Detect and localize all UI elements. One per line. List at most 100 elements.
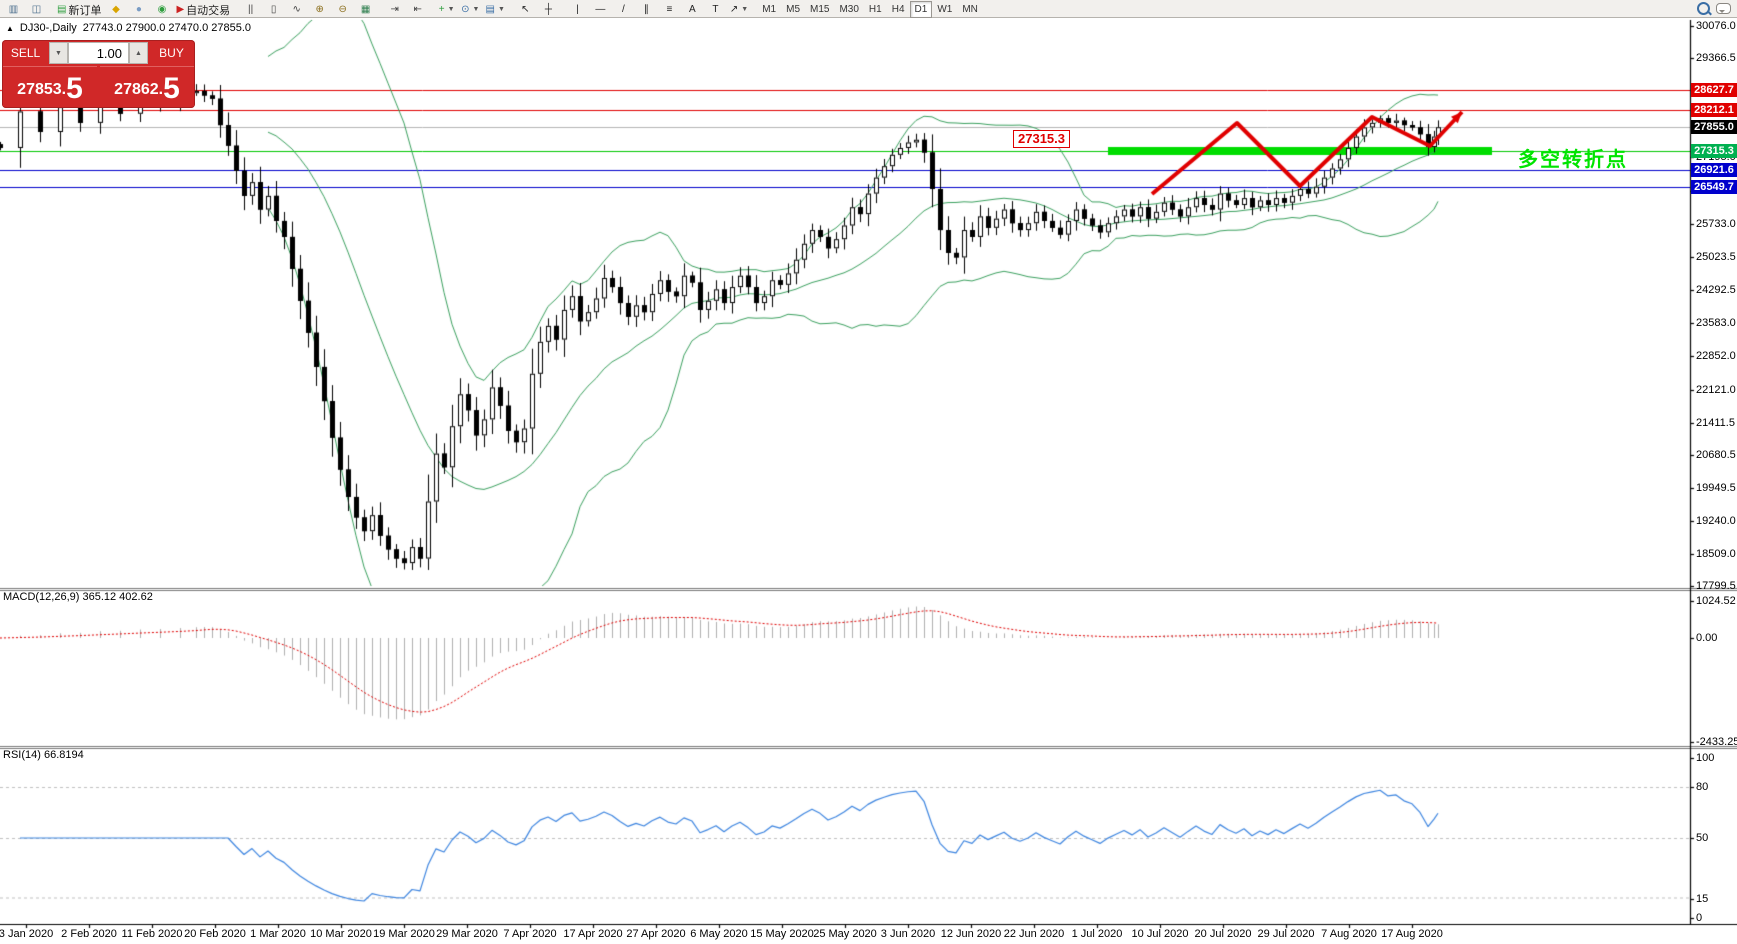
timeframe-h1[interactable]: H1 — [864, 1, 887, 18]
new-order-button[interactable]: ▤新订单 — [54, 1, 104, 18]
volume-up-stepper[interactable]: ▲ — [129, 42, 148, 64]
auto-scroll-icon: ⇥ — [390, 5, 398, 15]
zoom-out-button[interactable]: ⊖ — [331, 1, 354, 18]
templates-button[interactable]: ▤▼ — [482, 1, 507, 18]
rsi-axis-tick: 15 — [1696, 893, 1708, 905]
zoom-in-button[interactable]: ⊕ — [308, 1, 331, 18]
arrows-tool[interactable]: ↗▼ — [727, 1, 751, 18]
price-axis-tick: 20680.5 — [1696, 449, 1736, 461]
price-axis-tick: 25733.0 — [1696, 218, 1736, 230]
timeframe-m5[interactable]: M5 — [781, 1, 805, 18]
timeframe-w1[interactable]: W1 — [932, 1, 957, 18]
main-toolbar: ▥◫▤新订单◆●◉▶自动交易||▯∿⊕⊖▦⇥⇤+▼⊙▼▤▼↖┼|—/∥≡AT↗▼… — [0, 0, 1737, 18]
vertical-line-tool[interactable]: | — [566, 1, 589, 18]
support-price-label[interactable]: 27315.3 — [1013, 130, 1070, 148]
buy-price-frac: 5 — [163, 75, 180, 103]
arrows-tool: ↗ — [730, 5, 738, 15]
sell-button[interactable]: SELL — [2, 40, 49, 66]
signals-icon: ◉ — [158, 5, 167, 15]
date-axis-label: 6 May 2020 — [690, 928, 747, 940]
trendline-tool[interactable]: / — [612, 1, 635, 18]
charts-profile-icon: ▥ — [9, 5, 18, 15]
timeframe-mn[interactable]: MN — [957, 1, 983, 18]
sell-price[interactable]: 27853.5 — [3, 66, 97, 106]
chat-icon[interactable] — [1716, 3, 1731, 14]
price-level-badge: 28627.7 — [1691, 83, 1737, 97]
mql5-community-icon: ● — [136, 5, 142, 15]
buy-price-int: 27862 — [114, 77, 159, 103]
cursor-tool[interactable]: ↖ — [514, 1, 537, 18]
indicators-button[interactable]: +▼ — [435, 1, 458, 18]
chart-shift-icon[interactable]: ⇤ — [406, 1, 429, 18]
bar-chart-icon[interactable]: || — [239, 1, 262, 18]
price-axis-tick: 21411.5 — [1696, 417, 1735, 429]
mt4-window: ▥◫▤新订单◆●◉▶自动交易||▯∿⊕⊖▦⇥⇤+▼⊙▼▤▼↖┼|—/∥≡AT↗▼… — [0, 0, 1737, 944]
fibonacci-tool: ≡ — [666, 5, 672, 15]
signals-icon[interactable]: ◉ — [150, 1, 173, 18]
date-axis-label: 10 Mar 2020 — [310, 928, 372, 940]
buy-button[interactable]: BUY — [148, 40, 195, 66]
cursor-tool: ↖ — [521, 5, 529, 15]
tile-windows-icon: ▦ — [361, 5, 370, 15]
price-level-badge: 28212.1 — [1691, 103, 1737, 117]
indicators-button: + — [439, 5, 445, 15]
periods-button[interactable]: ⊙▼ — [458, 1, 482, 18]
window-preview-icon[interactable]: ◫ — [25, 1, 48, 18]
chevron-down-icon: ▼ — [473, 6, 480, 13]
alerts-sound-icon: ◆ — [112, 5, 120, 15]
text-tool[interactable]: A — [681, 1, 704, 18]
volume-down-stepper[interactable]: ▼ — [49, 42, 68, 64]
volume-input[interactable]: 1.00 — [68, 42, 129, 64]
search-icon[interactable] — [1697, 2, 1710, 15]
price-row: 27853.5 27862.5 — [2, 66, 195, 106]
charts-profile-icon[interactable]: ▥ — [2, 1, 25, 18]
alerts-sound-icon[interactable]: ◆ — [104, 1, 127, 18]
tile-windows-icon[interactable]: ▦ — [354, 1, 377, 18]
line-chart-icon[interactable]: ∿ — [285, 1, 308, 18]
symbol-collapse-arrow[interactable]: ▲ — [6, 24, 14, 33]
timeframe-m1[interactable]: M1 — [757, 1, 781, 18]
macd-axis-tick: -2433.25 — [1696, 736, 1737, 748]
line-chart-icon: ∿ — [292, 5, 300, 15]
vertical-line-tool: | — [576, 5, 579, 15]
sell-price-int: 27853 — [17, 77, 62, 103]
date-axis-label: 1 Jul 2020 — [1072, 928, 1123, 940]
date-axis-label: 10 Jul 2020 — [1132, 928, 1189, 940]
ohlc-values: 27743.0 27900.0 27470.0 27855.0 — [83, 22, 251, 34]
turning-point-annotation[interactable]: 多空转折点 — [1518, 143, 1628, 172]
horizontal-line-tool[interactable]: — — [589, 1, 612, 18]
timeframe-m15[interactable]: M15 — [805, 1, 834, 18]
date-axis-label: 20 Feb 2020 — [184, 928, 246, 940]
rsi-indicator-label: RSI(14) 66.8194 — [3, 749, 84, 761]
timeframe-d1[interactable]: D1 — [910, 1, 933, 18]
crosshair-tool[interactable]: ┼ — [537, 1, 560, 18]
date-axis-label: 7 Aug 2020 — [1321, 928, 1377, 940]
rsi-axis-tick: 100 — [1696, 752, 1714, 764]
date-axis-label: 17 Aug 2020 — [1381, 928, 1443, 940]
crosshair-tool: ┼ — [545, 5, 552, 15]
timeframe-m30[interactable]: M30 — [834, 1, 863, 18]
auto-scroll-icon[interactable]: ⇥ — [383, 1, 406, 18]
date-axis-label: 11 Feb 2020 — [122, 928, 183, 940]
periods-button: ⊙ — [461, 5, 469, 15]
price-axis-tick: 25023.5 — [1696, 251, 1736, 263]
autotrading-button[interactable]: ▶自动交易 — [173, 1, 233, 18]
templates-button: ▤ — [485, 5, 494, 15]
toolbar-right — [1697, 2, 1731, 15]
timeframe-h4[interactable]: H4 — [887, 1, 910, 18]
symbol-period-label: DJ30-,Daily — [20, 22, 77, 34]
fibonacci-tool[interactable]: ≡ — [658, 1, 681, 18]
chevron-down-icon: ▼ — [448, 6, 455, 13]
candlestick-chart-icon[interactable]: ▯ — [262, 1, 285, 18]
autotrading-button-label: 自动交易 — [186, 2, 230, 18]
equidistant-channel-tool[interactable]: ∥ — [635, 1, 658, 18]
date-axis-label: 3 Jun 2020 — [881, 928, 935, 940]
toolbar-buttons: ▥◫▤新订单◆●◉▶自动交易||▯∿⊕⊖▦⇥⇤+▼⊙▼▤▼↖┼|—/∥≡AT↗▼ — [2, 0, 757, 18]
chart-canvas[interactable] — [0, 0, 1737, 944]
text-label-tool[interactable]: T — [704, 1, 727, 18]
equidistant-channel-tool: ∥ — [644, 5, 649, 15]
date-axis-label: 22 Jun 2020 — [1004, 928, 1065, 940]
mql5-community-icon[interactable]: ● — [127, 1, 150, 18]
buy-price[interactable]: 27862.5 — [100, 66, 194, 106]
candlestick-chart-icon: ▯ — [271, 5, 277, 15]
